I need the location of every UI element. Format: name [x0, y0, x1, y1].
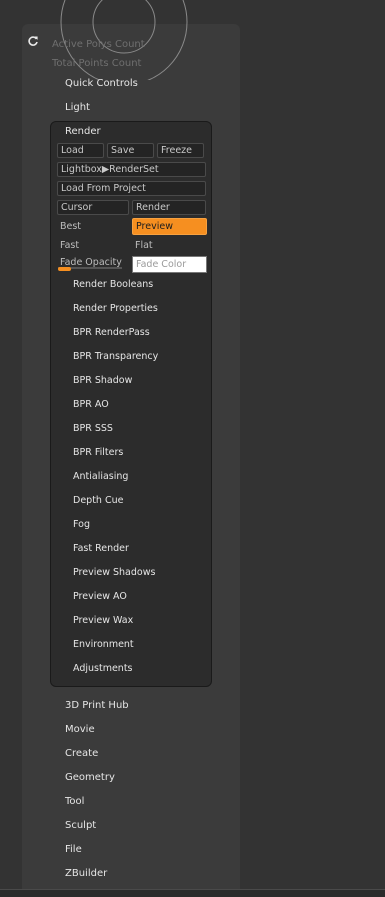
menu-quick-controls[interactable]: Quick Controls: [65, 78, 138, 89]
render-subitem-bpr-filters[interactable]: BPR Filters: [73, 447, 123, 458]
load-button[interactable]: Load: [57, 143, 104, 158]
render-subitem-bpr-transparency[interactable]: BPR Transparency: [73, 351, 158, 362]
fast-mode-button[interactable]: Fast: [60, 240, 79, 251]
render-button[interactable]: Render: [132, 200, 206, 215]
render-subitem-adjustments[interactable]: Adjustments: [73, 663, 133, 674]
render-subitem-bpr-ao[interactable]: BPR AO: [73, 399, 109, 410]
render-subitem-fog[interactable]: Fog: [73, 519, 90, 530]
render-subitem-preview-shadows[interactable]: Preview Shadows: [73, 567, 155, 578]
render-subitem-environment[interactable]: Environment: [73, 639, 134, 650]
render-subitem-render-booleans[interactable]: Render Booleans: [73, 279, 153, 290]
render-subitem-preview-wax[interactable]: Preview Wax: [73, 615, 133, 626]
status-strip: [0, 890, 385, 897]
render-subitem-preview-ao[interactable]: Preview AO: [73, 591, 127, 602]
fade-color-swatch[interactable]: Fade Color: [132, 256, 207, 273]
render-subitem-antialiasing[interactable]: Antialiasing: [73, 471, 128, 482]
refresh-icon[interactable]: [27, 35, 39, 47]
menu-3d-print-hub[interactable]: 3D Print Hub: [65, 700, 129, 711]
flat-mode-button[interactable]: Flat: [135, 240, 153, 251]
menu-create[interactable]: Create: [65, 748, 98, 759]
preview-mode-button[interactable]: Preview: [132, 218, 207, 235]
menu-light[interactable]: Light: [65, 102, 90, 113]
cursor-button[interactable]: Cursor: [57, 200, 129, 215]
fade-opacity-slider-fill[interactable]: [58, 267, 71, 271]
menu-file[interactable]: File: [65, 844, 82, 855]
active-polys-count: Active Polys Count: [52, 39, 145, 50]
render-subitem-depth-cue[interactable]: Depth Cue: [73, 495, 123, 506]
menu-movie[interactable]: Movie: [65, 724, 95, 735]
freeze-button[interactable]: Freeze: [157, 143, 204, 158]
save-button[interactable]: Save: [107, 143, 154, 158]
render-title[interactable]: Render: [65, 126, 101, 137]
render-subitem-bpr-shadow[interactable]: BPR Shadow: [73, 375, 132, 386]
lightbox-renderset-button[interactable]: Lightbox▶RenderSet: [57, 162, 206, 177]
render-subitem-fast-render[interactable]: Fast Render: [73, 543, 129, 554]
render-subitem-bpr-sss[interactable]: BPR SSS: [73, 423, 113, 434]
menu-zbuilder[interactable]: ZBuilder: [65, 868, 107, 879]
render-subitem-render-properties[interactable]: Render Properties: [73, 303, 158, 314]
menu-geometry[interactable]: Geometry: [65, 772, 115, 783]
total-points-count: Total Points Count: [52, 58, 142, 69]
menu-sculpt[interactable]: Sculpt: [65, 820, 96, 831]
render-subpalette: Render Load Save Freeze Lightbox▶RenderS…: [50, 121, 212, 687]
render-subitem-bpr-renderpass[interactable]: BPR RenderPass: [73, 327, 150, 338]
load-from-project-button[interactable]: Load From Project: [57, 181, 206, 196]
best-mode-button[interactable]: Best: [60, 221, 81, 232]
menu-tool[interactable]: Tool: [65, 796, 84, 807]
